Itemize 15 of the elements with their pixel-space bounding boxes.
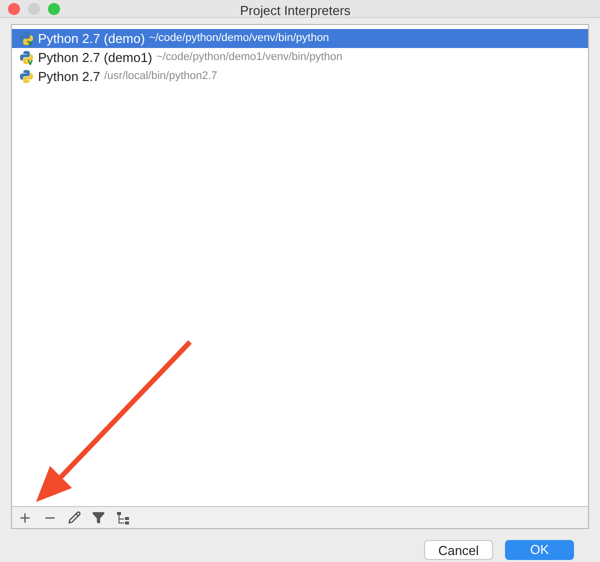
interpreter-path: ~/code/python/demo/venv/bin/python [148, 31, 330, 46]
interpreter-path: /usr/local/bin/python2.7 [104, 69, 218, 84]
interpreter-path: ~/code/python/demo1/venv/bin/python [156, 50, 342, 66]
tree-icon[interactable] [116, 510, 130, 524]
interpreter-name: Python 2.7 [38, 68, 100, 86]
window-title: Project Interpreters [240, 2, 351, 20]
interpreter-row[interactable]: Python 2.7 (demo) ~/code/python/demo/venv/bin/python [12, 29, 588, 48]
interpreter-name: Python 2.7 (demo) [38, 30, 145, 48]
pencil-icon[interactable] [68, 511, 81, 524]
interpreter-row[interactable]: Python 2.7 /usr/local/bin/python2.7 [12, 67, 588, 86]
interpreter-row[interactable]: Python 2.7 (demo1) ~/code/python/demo1/venv/bin/python [12, 48, 588, 67]
add-icon[interactable] [18, 510, 32, 524]
cancel-button[interactable]: Cancel [424, 540, 493, 560]
filter-icon[interactable] [92, 511, 105, 524]
interpreter-name: Python 2.7 (demo1) [38, 48, 152, 67]
